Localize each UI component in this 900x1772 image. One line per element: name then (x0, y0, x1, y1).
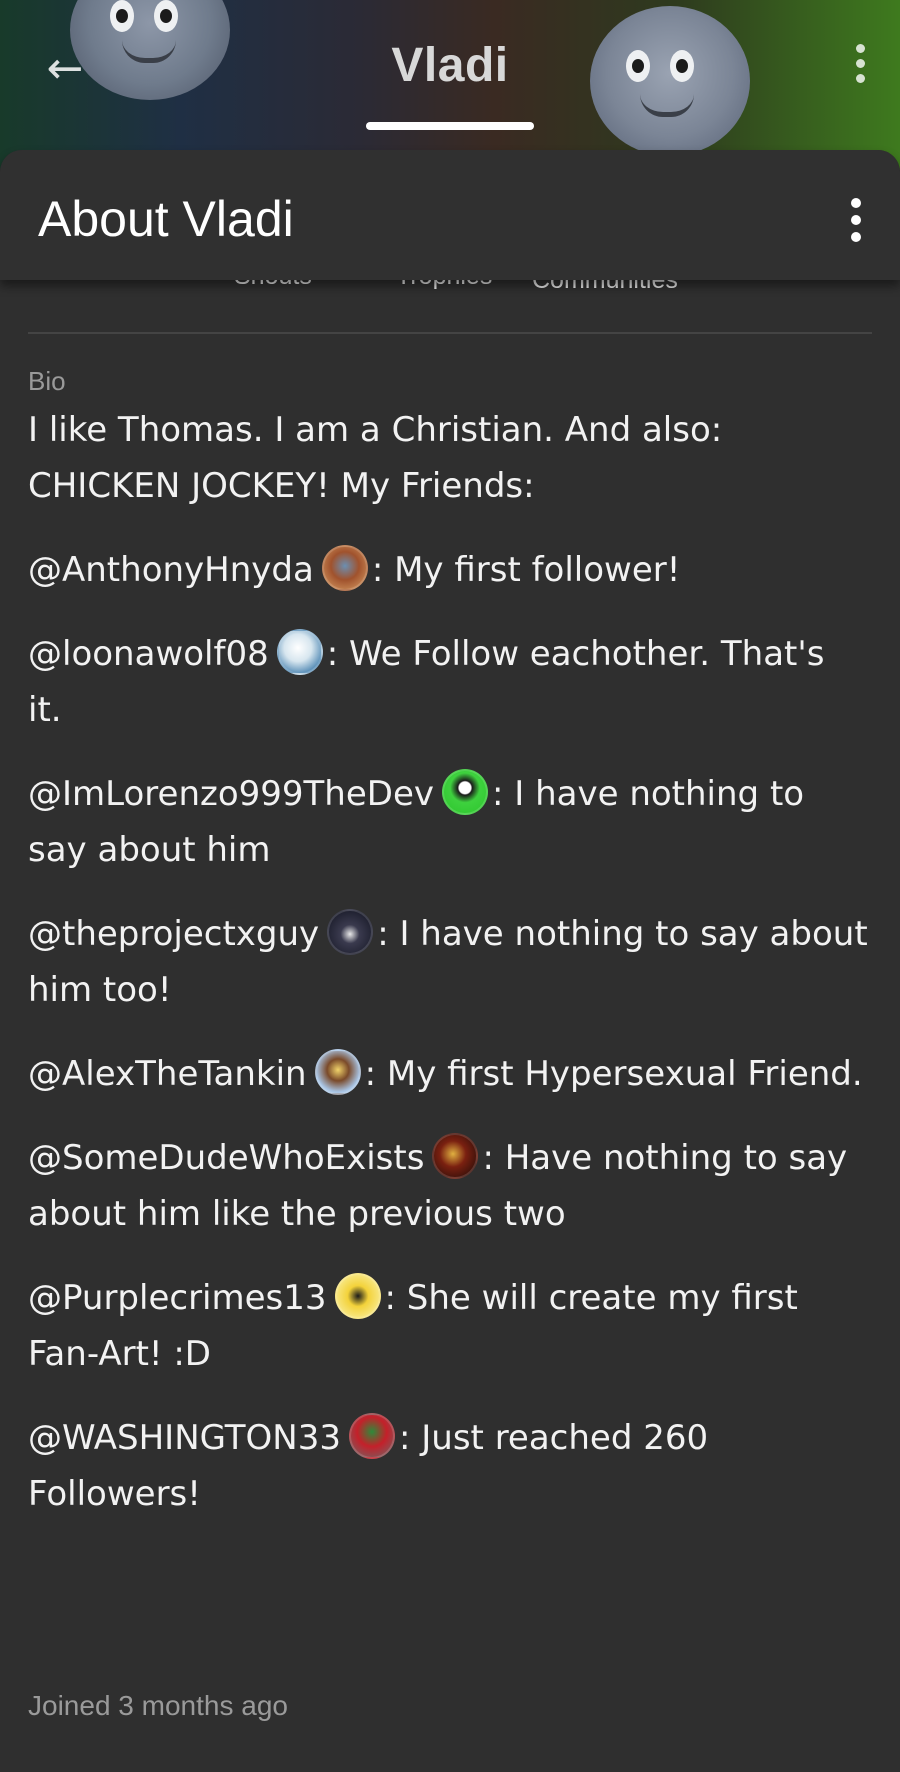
mention-link[interactable]: @SomeDudeWhoExists (28, 1138, 424, 1178)
mention-link[interactable]: @AnthonyHnyda (28, 550, 314, 590)
friend-note: : My first follower! (371, 550, 681, 590)
friend-entry: @loonawolf08: We Follow eachother. That'… (28, 626, 868, 738)
friend-entry: @WASHINGTON33: Just reached 260 Follower… (28, 1410, 868, 1522)
bio-intro: I like Thomas. I am a Christian. And als… (28, 410, 723, 506)
more-vertical-icon[interactable] (848, 44, 872, 88)
profile-username-title: Vladi (391, 39, 509, 92)
avatar[interactable] (276, 628, 323, 675)
mention-link[interactable]: @Purplecrimes13 (28, 1278, 327, 1318)
avatar[interactable] (349, 1412, 395, 1459)
top-app-bar: ← Vladi (0, 0, 900, 140)
friend-note: : My first Hypersexual Friend. (364, 1054, 863, 1094)
friend-entry: @SomeDudeWhoExists: Have nothing to say … (28, 1130, 868, 1242)
profile-cover-image: ← Vladi (0, 0, 900, 170)
avatar[interactable] (321, 544, 368, 591)
mention-link[interactable]: @AlexTheTankin (28, 1054, 307, 1094)
friend-entry: @ImLorenzo999TheDev: I have nothing to s… (28, 766, 868, 878)
friend-entry: @AlexTheTankin : My first Hypersexual Fri… (28, 1046, 868, 1102)
about-sheet: About Vladi Shouts Trophies Communities … (0, 150, 900, 1772)
mention-link[interactable]: @WASHINGTON33 (28, 1418, 341, 1458)
friend-entry: @theprojectxguy: I have nothing to say a… (28, 906, 868, 1018)
friend-entry: @AnthonyHnyda : My first follower! (28, 542, 868, 598)
about-title: About Vladi (38, 191, 294, 247)
mention-link[interactable]: @loonawolf08 (28, 634, 269, 674)
section-divider (28, 332, 872, 334)
bio-text: I like Thomas. I am a Christian. And als… (28, 402, 868, 1550)
header-underline (366, 122, 534, 130)
avatar[interactable] (327, 908, 374, 955)
avatar[interactable] (432, 1132, 479, 1179)
mention-link[interactable]: @ImLorenzo999TheDev (28, 774, 434, 814)
mention-link[interactable]: @theprojectxguy (28, 914, 319, 954)
avatar[interactable] (314, 1048, 361, 1095)
more-vertical-icon[interactable] (846, 198, 866, 242)
friend-entry: @Purplecrimes13: She will create my firs… (28, 1270, 868, 1382)
bio-label: Bio (28, 366, 66, 396)
joined-date: Joined 3 months ago (28, 1690, 288, 1721)
about-sheet-header: About Vladi (0, 150, 900, 280)
avatar[interactable] (442, 768, 488, 815)
profile-about-screen: ← Vladi About Vladi Shouts Trophies Comm… (0, 0, 900, 1772)
avatar[interactable] (334, 1272, 381, 1319)
